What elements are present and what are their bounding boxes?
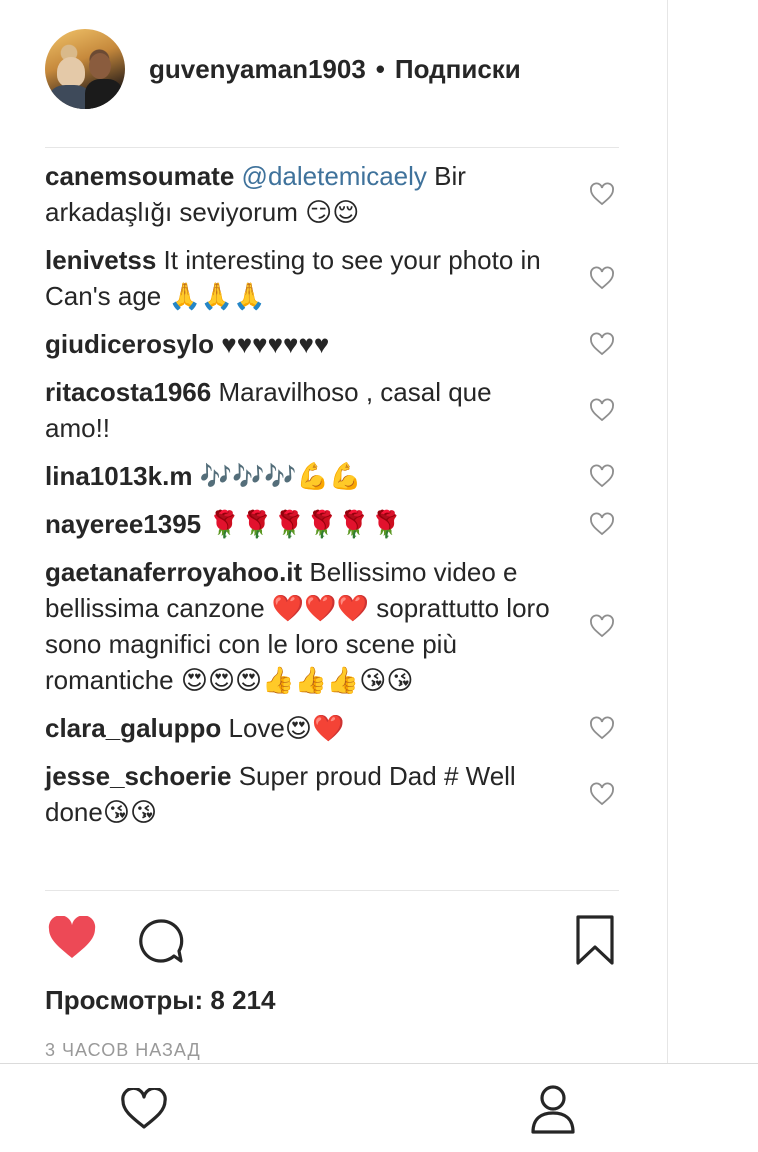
comment-like-icon[interactable] — [589, 398, 615, 422]
comment-username[interactable]: lenivetss — [45, 245, 156, 275]
panel-border — [667, 0, 668, 1063]
divider — [45, 147, 619, 148]
comment-username[interactable]: ritacosta1966 — [45, 377, 211, 407]
comment-text: lenivetss It interesting to see your pho… — [45, 242, 559, 314]
comment-like-icon[interactable] — [589, 332, 615, 356]
comment-username[interactable]: giudicerosylo — [45, 329, 214, 359]
post-header: guvenyaman1903 • Подписки — [45, 28, 521, 110]
comment-like-icon[interactable] — [589, 464, 615, 488]
bottom-nav — [0, 1063, 758, 1152]
bookmark-icon[interactable] — [575, 914, 615, 966]
comment-text: canemsoumate @daletemicaely Bir arkadaşl… — [45, 158, 559, 230]
views-count[interactable]: Просмотры: 8 214 — [45, 985, 275, 1016]
comment: canemsoumate @daletemicaely Bir arkadaşl… — [45, 158, 619, 230]
comment: nayeree1395 🌹🌹🌹🌹🌹🌹 — [45, 506, 619, 542]
comment-username[interactable]: gaetanaferroyahoo.it — [45, 557, 302, 587]
profile-icon[interactable] — [530, 1084, 576, 1139]
heart-filled-icon[interactable] — [47, 916, 97, 960]
comment: jesse_schoerie Super proud Dad # Well do… — [45, 758, 619, 830]
comment-text: ritacosta1966 Maravilhoso , casal que am… — [45, 374, 559, 446]
divider — [45, 890, 619, 891]
comment-text: lina1013k.m 🎶🎶🎶💪💪 — [45, 458, 559, 494]
comment-like-icon[interactable] — [589, 182, 615, 206]
comment-like-icon[interactable] — [589, 266, 615, 290]
comment-list: canemsoumate @daletemicaely Bir arkadaşl… — [45, 158, 619, 842]
post-timestamp: 3 ЧАСОВ НАЗАД — [45, 1040, 201, 1060]
separator-dot: • — [375, 53, 385, 84]
comment: ritacosta1966 Maravilhoso , casal que am… — [45, 374, 619, 446]
comment: lina1013k.m 🎶🎶🎶💪💪 — [45, 458, 619, 494]
comment-like-icon[interactable] — [589, 716, 615, 740]
comment-body: ♥♥♥♥♥♥♥ — [214, 329, 330, 359]
follow-status-button[interactable]: Подписки — [395, 54, 521, 85]
comment-body: Love😍❤️ — [221, 713, 345, 743]
comment-body: 🎶🎶🎶💪💪 — [192, 461, 362, 491]
comment-username[interactable]: clara_galuppo — [45, 713, 221, 743]
comment-mention[interactable]: @daletemicaely — [242, 161, 427, 191]
comment-username[interactable]: lina1013k.m — [45, 461, 192, 491]
comment-text: nayeree1395 🌹🌹🌹🌹🌹🌹 — [45, 506, 559, 542]
comment-text: giudicerosylo ♥♥♥♥♥♥♥ — [45, 326, 559, 362]
comment: gaetanaferroyahoo.it Bellissimo video e … — [45, 554, 619, 698]
comment-like-icon[interactable] — [589, 782, 615, 806]
comment-username[interactable]: nayeree1395 — [45, 509, 201, 539]
comment-text: clara_galuppo Love😍❤️ — [45, 710, 559, 746]
username-link[interactable]: guvenyaman1903 — [149, 54, 366, 85]
comment: lenivetss It interesting to see your pho… — [45, 242, 619, 314]
heart-outline-icon[interactable] — [120, 1086, 168, 1135]
comment-bubble-icon[interactable] — [137, 917, 185, 965]
comment-like-icon[interactable] — [589, 512, 615, 536]
comment-username[interactable]: jesse_schoerie — [45, 761, 231, 791]
comment-body: 🌹🌹🌹🌹🌹🌹 — [201, 509, 403, 539]
comment-text: jesse_schoerie Super proud Dad # Well do… — [45, 758, 559, 830]
header-text: guvenyaman1903 • Подписки — [149, 54, 521, 85]
post-actions — [45, 912, 619, 970]
comment: clara_galuppo Love😍❤️ — [45, 710, 619, 746]
comment-username[interactable]: canemsoumate — [45, 161, 234, 191]
post-panel: guvenyaman1903 • Подписки canemsoumate @… — [0, 0, 667, 1063]
comment-like-icon[interactable] — [589, 614, 615, 638]
comment: giudicerosylo ♥♥♥♥♥♥♥ — [45, 326, 619, 362]
avatar[interactable] — [45, 29, 125, 109]
comment-text: gaetanaferroyahoo.it Bellissimo video e … — [45, 554, 559, 698]
